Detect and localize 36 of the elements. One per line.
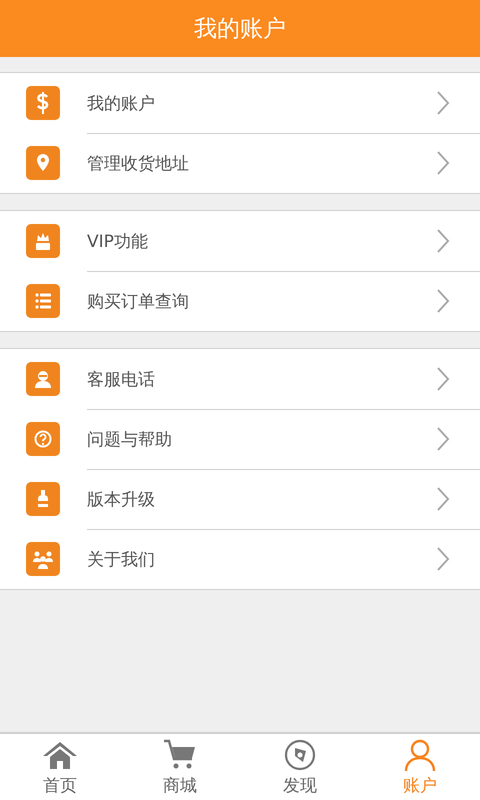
menu-item-label: 我的账户 — [87, 92, 156, 114]
menu-item-label: 版本升级 — [87, 488, 156, 510]
chevron-right-icon — [436, 228, 450, 254]
page-title: 我的账户 — [194, 15, 286, 44]
tab[interactable]: 首页 — [0, 734, 120, 800]
chevron-right-icon — [436, 426, 450, 452]
menu-item[interactable]: 版本升级 — [0, 469, 480, 529]
menu-item-label: VIP功能 — [87, 230, 149, 252]
menu-item[interactable]: 问题与帮助 — [0, 409, 480, 469]
menu-item-label: 关于我们 — [87, 548, 156, 570]
tab[interactable]: 商城 — [120, 734, 240, 800]
menu-item-label: 客服电话 — [87, 368, 156, 390]
tab[interactable]: 发现 — [240, 734, 360, 800]
menu-item-label: 问题与帮助 — [87, 428, 173, 450]
chevron-right-icon — [436, 150, 450, 176]
bottle-icon — [26, 482, 60, 516]
list-icon — [26, 284, 60, 318]
crown-icon — [26, 224, 60, 258]
menu-item[interactable]: 管理收货地址 — [0, 133, 480, 193]
menu-item-label: 管理收货地址 — [87, 152, 190, 174]
chevron-right-icon — [436, 90, 450, 116]
menu-item-label: 购买订单查询 — [87, 290, 190, 312]
menu-item[interactable]: 客服电话 — [0, 349, 480, 409]
chevron-right-icon — [436, 486, 450, 512]
menu-item[interactable]: 关于我们 — [0, 529, 480, 589]
menu-item[interactable]: VIP功能 — [0, 211, 480, 271]
chevron-right-icon — [436, 546, 450, 572]
help-icon — [26, 422, 60, 456]
chevron-right-icon — [436, 288, 450, 314]
dollar-icon — [26, 86, 60, 120]
menu-item[interactable]: 我的账户 — [0, 73, 480, 133]
location-pin-icon — [26, 146, 60, 180]
person-icon — [26, 362, 60, 396]
people-icon — [26, 542, 60, 576]
menu-item[interactable]: 购买订单查询 — [0, 271, 480, 331]
chevron-right-icon — [436, 366, 450, 392]
